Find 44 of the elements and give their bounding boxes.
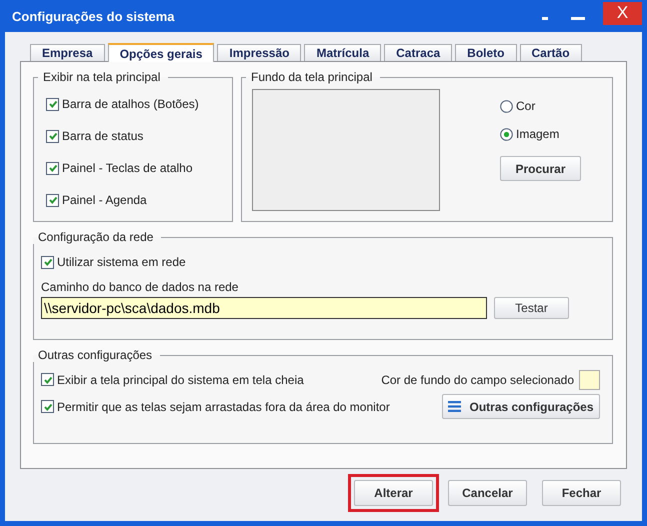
radio-label: Imagem xyxy=(516,127,560,141)
group-title: Configuração da rede xyxy=(37,230,154,244)
tab[interactable]: Cartão xyxy=(520,44,582,61)
close-button[interactable]: X xyxy=(603,2,642,24)
checkbox-label: Exibir a tela principal do sistema em tela cheia xyxy=(57,372,304,386)
checkbox[interactable] xyxy=(41,400,54,413)
checkbox-label: Barra de status xyxy=(62,129,144,143)
dialog-button[interactable]: Cancelar xyxy=(448,480,527,506)
minimize-icon[interactable] xyxy=(571,16,585,20)
tab[interactable]: Opções gerais xyxy=(108,43,214,62)
tab[interactable]: Impressão xyxy=(217,44,302,61)
checkbox-label: Utilizar sistema em rede xyxy=(57,255,186,269)
path-field[interactable]: \\servidor-pc\sca\dados.mdb xyxy=(41,297,487,319)
tab[interactable]: Empresa xyxy=(30,44,105,61)
tab[interactable]: Boleto xyxy=(455,44,517,61)
field-label: Caminho do banco de dados na rede xyxy=(41,280,240,294)
radio-button[interactable] xyxy=(500,100,513,112)
checkbox[interactable] xyxy=(46,98,59,110)
window-title: Configurações do sistema xyxy=(11,8,176,24)
list-icon xyxy=(448,401,462,412)
checkbox[interactable] xyxy=(46,194,59,206)
checkbox[interactable] xyxy=(41,256,54,268)
tab[interactable]: Catraca xyxy=(384,44,452,61)
settings-button[interactable]: Outras configurações xyxy=(442,394,600,419)
radio-button[interactable] xyxy=(500,128,513,140)
checkbox-label: Painel - Teclas de atalho xyxy=(62,161,193,175)
group-title: Outras configurações xyxy=(37,348,154,362)
dialog-button[interactable]: Alterar xyxy=(354,480,433,506)
group-title: Exibir na tela principal xyxy=(42,70,162,84)
checkbox-label: Permitir que as telas sejam arrastadas fora da área do monitor xyxy=(57,400,390,414)
color-label: Cor de fundo do campo selecionado xyxy=(381,372,574,386)
radio-label: Cor xyxy=(516,99,536,113)
tab[interactable]: Matrícula xyxy=(304,44,382,61)
checkbox-label: Barra de atalhos (Botões) xyxy=(62,97,199,111)
test-button[interactable]: Testar xyxy=(494,297,569,319)
browse-button[interactable]: Procurar xyxy=(500,156,581,181)
group-title: Fundo da tela principal xyxy=(250,70,374,84)
checkbox[interactable] xyxy=(46,130,59,142)
dialog-button[interactable]: Fechar xyxy=(542,480,621,506)
dash-icon xyxy=(542,16,548,20)
checkbox[interactable] xyxy=(46,162,59,174)
checkbox-label: Painel - Agenda xyxy=(62,193,147,207)
color-swatch[interactable] xyxy=(579,370,600,390)
checkbox[interactable] xyxy=(41,373,54,386)
